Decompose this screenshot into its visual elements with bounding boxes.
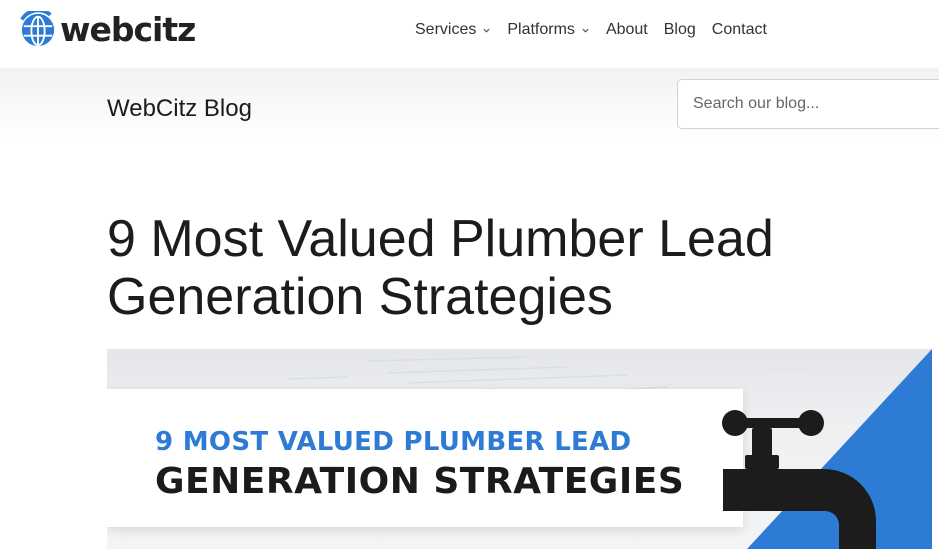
nav-item-contact[interactable]: Contact — [712, 21, 767, 39]
top-navigation: webcitz Services Platforms About Blog Co… — [0, 0, 939, 68]
article-hero-image: 9 MOST VALUED PLUMBER LEAD GENERATION ST… — [107, 349, 932, 549]
nav-item-label: Platforms — [507, 21, 575, 38]
main-menu: Services Platforms About Blog Contact — [415, 21, 767, 39]
article-title: 9 Most Valued Plumber Lead Generation St… — [107, 210, 907, 326]
nav-item-blog[interactable]: Blog — [664, 21, 696, 39]
hero-heading-line1: 9 MOST VALUED PLUMBER LEAD — [155, 427, 632, 457]
blog-search-input[interactable] — [677, 79, 939, 129]
nav-item-services[interactable]: Services — [415, 21, 491, 39]
chevron-down-icon — [483, 28, 490, 33]
globe-icon — [20, 11, 55, 47]
logo-wordmark: webcitz — [60, 10, 196, 49]
nav-item-label: Services — [415, 21, 477, 38]
nav-item-label: Blog — [663, 21, 696, 38]
hero-text-card: 9 MOST VALUED PLUMBER LEAD GENERATION ST… — [107, 389, 743, 527]
blog-title[interactable]: WebCitz Blog — [107, 95, 252, 123]
nav-item-platforms[interactable]: Platforms — [507, 21, 590, 39]
article-title-line2: Generation Strategies — [107, 268, 613, 326]
nav-item-label: Contact — [711, 21, 767, 38]
nav-item-about[interactable]: About — [606, 21, 648, 39]
chevron-down-icon — [582, 28, 589, 33]
hero-heading-line2: GENERATION STRATEGIES — [155, 461, 685, 502]
article-title-line1: 9 Most Valued Plumber Lead — [107, 210, 774, 268]
site-logo[interactable]: webcitz — [19, 10, 196, 50]
nav-item-label: About — [605, 21, 648, 38]
faucet-icon — [722, 410, 876, 549]
